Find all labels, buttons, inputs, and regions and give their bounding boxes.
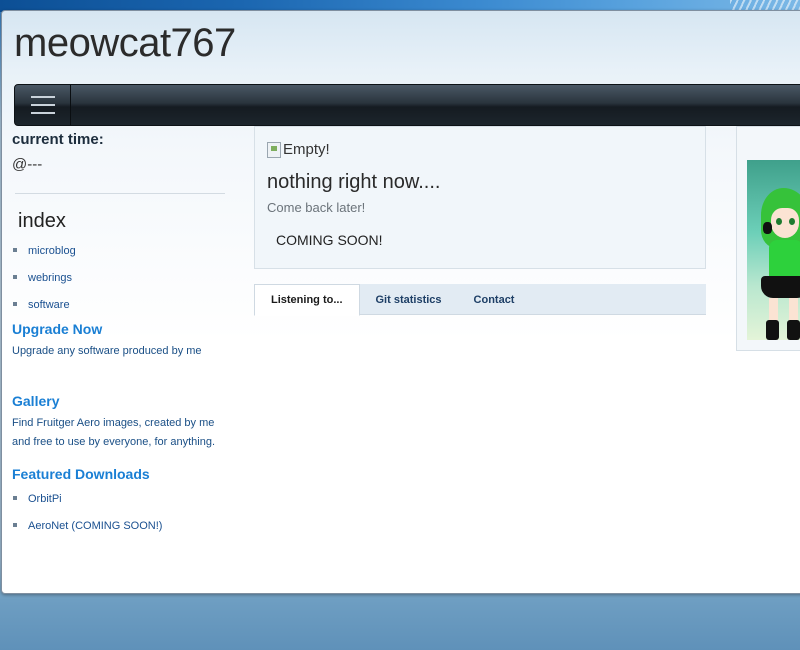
panel-subtitle: Come back later! — [267, 200, 366, 215]
sidebar-divider — [15, 193, 225, 194]
gallery-heading[interactable]: Gallery — [12, 393, 227, 409]
panel-title: nothing right now.... — [267, 171, 441, 193]
download-link-aeronet[interactable]: AeroNet (COMING SOON!) — [28, 520, 162, 532]
tab-bar: Listening to... Git statistics Contact — [254, 284, 706, 316]
broken-image: Empty! — [267, 141, 330, 158]
list-item: software — [12, 299, 227, 326]
coming-soon-text: COMING SOON! — [276, 232, 383, 248]
now-panel: Empty! nothing right now.... Come back l… — [254, 126, 706, 269]
broken-image-icon — [267, 141, 281, 158]
downloads-list: OrbitPi AeroNet (COMING SOON!) — [12, 493, 227, 547]
upgrade-text: Upgrade any software produced by me — [12, 345, 202, 357]
menu-bar — [30, 104, 55, 106]
list-item: AeroNet (COMING SOON!) — [12, 520, 227, 547]
anime-character-image — [747, 160, 800, 340]
right-sidebar-panel — [736, 126, 800, 351]
list-item: webrings — [12, 272, 227, 299]
broken-image-alt: Empty! — [283, 141, 330, 158]
hamburger-menu-icon[interactable] — [15, 85, 71, 125]
featured-downloads-heading: Featured Downloads — [12, 466, 150, 482]
tab-git-statistics[interactable]: Git statistics — [360, 284, 458, 315]
tab-listening-to[interactable]: Listening to... — [254, 284, 360, 316]
menu-bar — [30, 112, 55, 114]
list-item: OrbitPi — [12, 493, 227, 520]
list-item: microblog — [12, 245, 227, 272]
index-link-microblog[interactable]: microblog — [28, 245, 76, 257]
download-link-orbitpi[interactable]: OrbitPi — [28, 493, 62, 505]
navbar — [14, 84, 800, 126]
menu-bar — [30, 96, 55, 98]
gallery-text: Find Fruitger Aero images, created by me… — [12, 417, 216, 448]
index-link-software[interactable]: software — [28, 299, 70, 311]
site-title: meowcat767 — [14, 21, 236, 65]
index-heading: index — [18, 210, 66, 232]
current-time-label: current time: — [12, 131, 104, 148]
left-sidebar: current time: @--- index microblog webri… — [12, 128, 227, 547]
tab-contact[interactable]: Contact — [458, 284, 531, 315]
index-link-webrings[interactable]: webrings — [28, 272, 72, 284]
current-time-value: @--- — [12, 156, 43, 173]
desktop-decoration — [730, 0, 800, 10]
index-list: microblog webrings software — [12, 245, 227, 326]
